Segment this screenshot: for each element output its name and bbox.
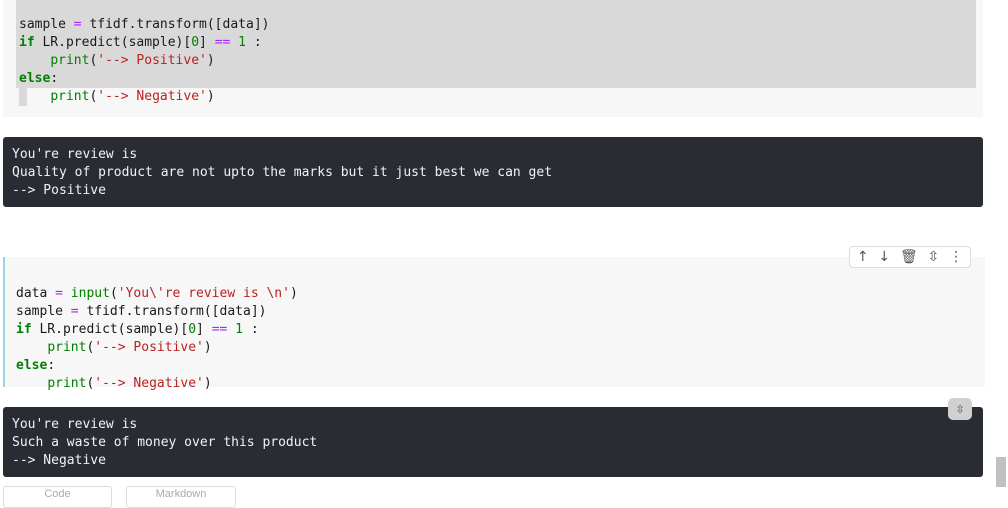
- move-down-icon[interactable]: ↓: [878, 249, 890, 265]
- code-string: '--> Positive': [97, 53, 207, 68]
- output-text-1: You're review is Quality of product are …: [12, 146, 552, 200]
- code-text: :: [243, 322, 259, 337]
- code-cell-2[interactable]: data = input('You\'re review is \n') sam…: [3, 257, 985, 391]
- move-up-icon[interactable]: ↑: [857, 249, 869, 265]
- scrollbar-thumb[interactable]: [996, 457, 1006, 487]
- code-editor-1[interactable]: sample = tfidf.transform([data]) if LR.p…: [19, 0, 269, 106]
- code-text: ): [206, 53, 215, 68]
- output-line: Such a waste of money over this product: [12, 435, 318, 450]
- code-operator: ==: [211, 322, 228, 337]
- code-editor-2[interactable]: data = input('You\'re review is \n') sam…: [16, 267, 298, 393]
- output-cell-2: You're review is Such a waste of money o…: [3, 407, 983, 477]
- code-keyword: else: [19, 71, 51, 86]
- code-builtin: print: [50, 53, 90, 68]
- code-text: ]: [199, 35, 215, 50]
- code-text: :: [47, 358, 56, 373]
- code-operator: =: [70, 304, 87, 319]
- code-builtin: input: [70, 286, 110, 301]
- code-keyword: if: [19, 35, 43, 50]
- cell-toolbar: ↑ ↓ 🗑 ⇳ ⋮: [849, 246, 971, 268]
- code-number: 0: [191, 35, 200, 50]
- collapse-icon[interactable]: ⇳: [928, 249, 940, 265]
- code-number: 1: [238, 35, 246, 50]
- code-number: 0: [188, 322, 197, 337]
- code-text: data: [16, 286, 56, 301]
- add-code-cell-button[interactable]: Code: [3, 486, 112, 508]
- code-text: tfidf.transform([data]): [86, 304, 267, 319]
- collapse-output-icon[interactable]: ⇳: [948, 398, 972, 420]
- code-operator: =: [55, 286, 71, 301]
- code-builtin: print: [50, 89, 90, 104]
- output-line: You're review is: [12, 417, 138, 432]
- add-markdown-cell-button[interactable]: Markdown: [126, 486, 236, 508]
- code-text: sample: [19, 17, 74, 32]
- code-text: ): [203, 376, 212, 391]
- output-line: --> Negative: [12, 453, 106, 468]
- code-string: '--> Positive': [94, 340, 204, 355]
- code-text: :: [246, 35, 262, 50]
- output-line: You're review is: [12, 147, 138, 162]
- code-keyword: else: [16, 358, 48, 373]
- code-text: ]: [196, 322, 212, 337]
- output-cell-1: You're review is Quality of product are …: [3, 137, 983, 207]
- code-operator: =: [73, 17, 90, 32]
- code-text: ): [206, 89, 215, 104]
- code-number: 1: [235, 322, 243, 337]
- output-line: Quality of product are not upto the mark…: [12, 165, 553, 180]
- output-text-2: You're review is Such a waste of money o…: [12, 416, 317, 470]
- code-operator: ==: [214, 35, 231, 50]
- code-string: '--> Negative': [94, 376, 204, 391]
- code-text: tfidf.transform([data]): [89, 17, 270, 32]
- code-string: '--> Negative': [97, 89, 207, 104]
- code-text: LR.predict(sample)[: [42, 35, 192, 50]
- code-text: :: [50, 71, 59, 86]
- output-line: --> Positive: [12, 183, 106, 198]
- delete-icon[interactable]: 🗑: [900, 249, 918, 265]
- code-text: LR.predict(sample)[: [39, 322, 189, 337]
- text-cursor: [19, 88, 27, 106]
- code-builtin: print: [47, 376, 87, 391]
- code-text: (: [109, 286, 118, 301]
- code-text: ): [289, 286, 298, 301]
- code-cell-1[interactable]: sample = tfidf.transform([data]) if LR.p…: [3, 0, 983, 117]
- code-keyword: if: [16, 322, 40, 337]
- code-string: 'You\'re review is \n': [117, 286, 290, 301]
- code-builtin: print: [47, 340, 87, 355]
- code-text: sample: [16, 304, 71, 319]
- more-icon[interactable]: ⋮: [949, 249, 963, 265]
- code-text: ): [203, 340, 212, 355]
